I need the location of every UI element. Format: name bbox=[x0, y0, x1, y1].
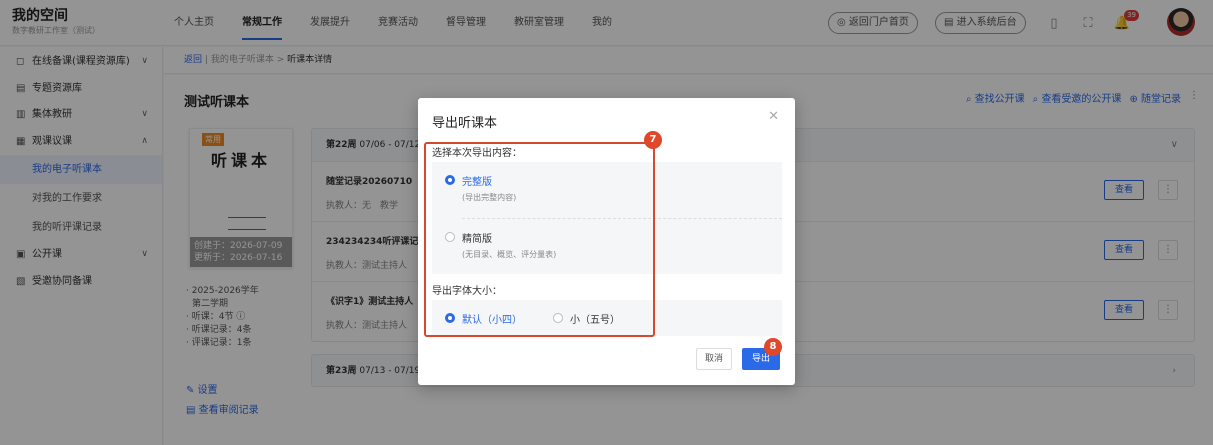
step-marker-7: 7 bbox=[644, 131, 662, 149]
highlight-box bbox=[424, 142, 655, 337]
close-icon[interactable]: ✕ bbox=[768, 109, 779, 124]
step-marker-8: 8 bbox=[764, 338, 782, 356]
cancel-button[interactable]: 取消 bbox=[696, 348, 732, 370]
dialog-title: 导出听课本 bbox=[432, 116, 498, 131]
